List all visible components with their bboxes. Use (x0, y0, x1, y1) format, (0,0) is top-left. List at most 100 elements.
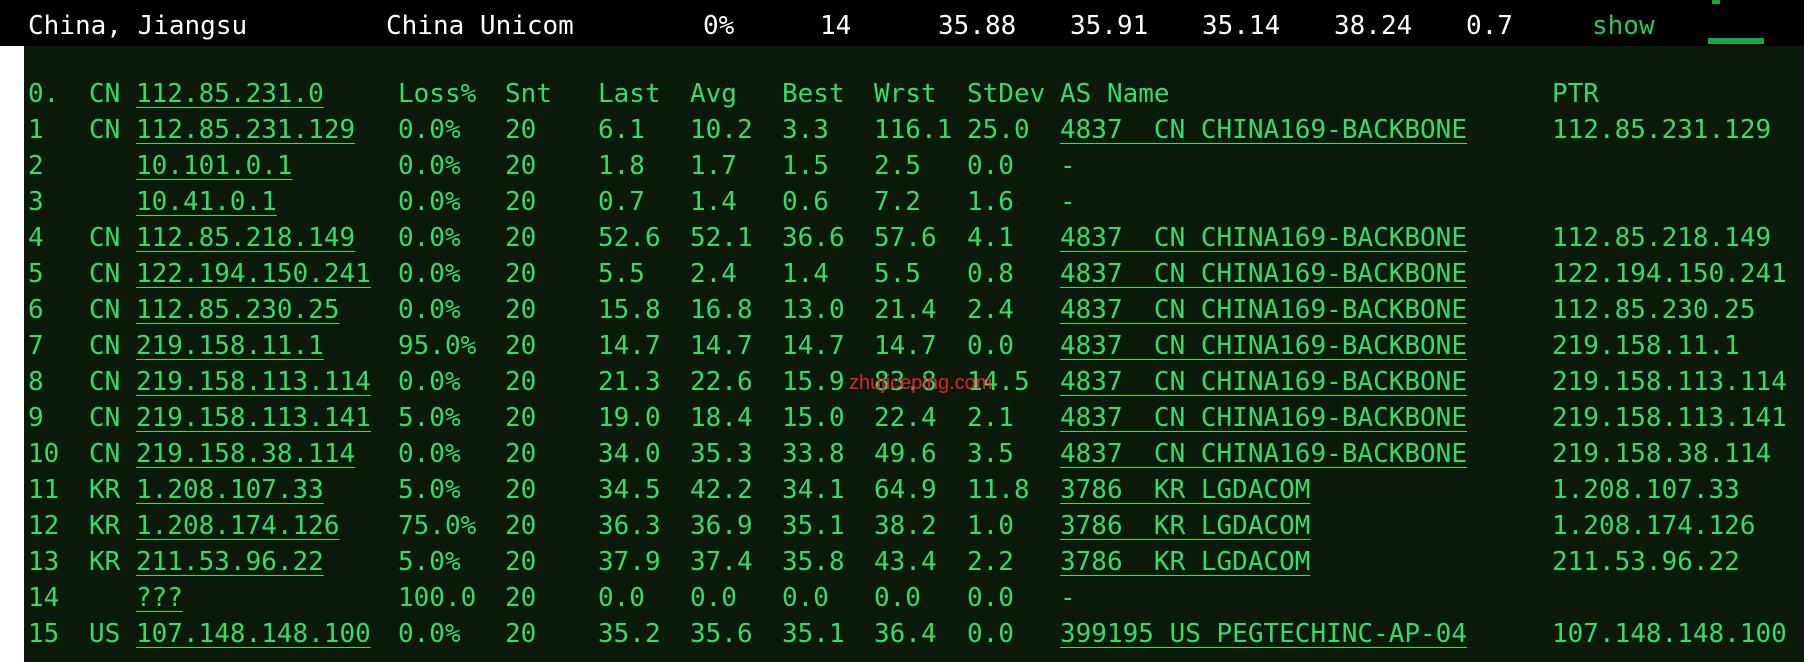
col-stdev: StDev (967, 79, 1046, 109)
cell-wrst: 14.7 (874, 331, 937, 361)
cell-asname[interactable]: 4837 CN CHINA169-BACKBONE (1060, 364, 1467, 400)
cell-last: 0.0 (598, 583, 645, 613)
cell-avg: 14.7 (690, 331, 753, 361)
cell-asname[interactable]: 4837 CN CHINA169-BACKBONE (1060, 220, 1467, 256)
cell-avg: 35.6 (690, 619, 753, 649)
table-row: 6 CN 112.85.230.25 0.0% 20 15.8 16.8 13.0 21.4 2.… (24, 292, 1804, 328)
indicator-tick (1712, 0, 1720, 4)
cell-cc: CN (89, 367, 121, 397)
cell-snt: 20 (505, 115, 537, 145)
cell-snt: 20 (505, 583, 537, 613)
cell-asname[interactable]: 4837 CN CHINA169-BACKBONE (1060, 112, 1467, 148)
stdev-value: 0.7 (1466, 11, 1513, 41)
cell-hop: 8 (28, 367, 44, 397)
cell-asname[interactable]: 3786 KR LGDACOM (1060, 544, 1310, 580)
cell-asname[interactable]: 3786 KR LGDACOM (1060, 508, 1310, 544)
cell-ptr: 112.85.218.149 (1552, 223, 1772, 253)
cell-snt: 20 (505, 475, 537, 505)
cell-wrst: 116.1 (874, 115, 953, 145)
cell-host[interactable]: 1.208.107.33 (136, 472, 324, 508)
cell-avg: 18.4 (690, 403, 753, 433)
cell-best: 3.3 (782, 115, 829, 145)
cell-host[interactable]: 211.53.96.22 (136, 544, 324, 580)
cell-asname[interactable]: 4837 CN CHINA169-BACKBONE (1060, 292, 1467, 328)
best-value: 35.14 (1202, 11, 1281, 41)
cell-host[interactable]: 10.41.0.1 (136, 184, 277, 220)
cell-wrst: 64.9 (874, 475, 937, 505)
cell-host[interactable]: 219.158.113.141 (136, 400, 371, 436)
cell-loss: 75.0% (398, 511, 477, 541)
cell-avg: 1.7 (690, 151, 737, 181)
cell-asname: - (1060, 583, 1076, 613)
cell-last: 0.7 (598, 187, 645, 217)
cell-stdev: 0.0 (967, 619, 1014, 649)
cell-asname[interactable]: 4837 CN CHINA169-BACKBONE (1060, 256, 1467, 292)
cell-stdev: 2.2 (967, 547, 1014, 577)
table-row: 2 10.101.0.1 0.0% 20 1.8 1.7 1.5 2.5 0.0 - (24, 148, 1804, 184)
cell-ptr: 1.208.174.126 (1552, 511, 1756, 541)
table-row: 4 CN 112.85.218.149 0.0% 20 52.6 52.1 36.6 57.6 4… (24, 220, 1804, 256)
cell-stdev: 3.5 (967, 439, 1014, 469)
watermark: zhujiceping.com (849, 372, 993, 394)
cell-host[interactable]: ??? (136, 580, 183, 616)
cell-avg: 42.2 (690, 475, 753, 505)
cell-host[interactable]: 112.85.230.25 (136, 292, 340, 328)
cell-cc: CN (89, 223, 121, 253)
cell-best: 34.1 (782, 475, 845, 505)
cell-host[interactable]: 112.85.231.129 (136, 112, 355, 148)
cell-asname[interactable]: 399195 US PEGTECHINC-AP-04 (1060, 616, 1467, 652)
cell-cc: CN (89, 295, 121, 325)
cell-stdev: 4.1 (967, 223, 1014, 253)
cell-cc: CN (89, 115, 121, 145)
cell-snt: 20 (505, 331, 537, 361)
cell-host[interactable]: 219.158.113.114 (136, 364, 371, 400)
cell-host[interactable]: 219.158.38.114 (136, 436, 355, 472)
cell-snt: 20 (505, 151, 537, 181)
cell-asname[interactable]: 4837 CN CHINA169-BACKBONE (1060, 328, 1467, 364)
cell-avg: 22.6 (690, 367, 753, 397)
worst-value: 38.24 (1334, 11, 1413, 41)
cell-host[interactable]: 107.148.148.100 (136, 616, 371, 652)
cell-loss: 0.0% (398, 187, 461, 217)
cell-hop: 10 (28, 439, 60, 469)
cell-stdev: 0.8 (967, 259, 1014, 289)
sent-value: 14 (820, 11, 852, 41)
cell-cc: KR (89, 511, 121, 541)
table-row: 3 10.41.0.1 0.0% 20 0.7 1.4 0.6 7.2 1.6 - (24, 184, 1804, 220)
cell-best: 13.0 (782, 295, 845, 325)
cell-host[interactable]: 219.158.11.1 (136, 328, 324, 364)
cell-loss: 0.0% (398, 259, 461, 289)
cell-wrst: 21.4 (874, 295, 937, 325)
cell-hop: 11 (28, 475, 60, 505)
table-row: 7 CN 219.158.11.1 95.0% 20 14.7 14.7 14.7 14.7 0.… (24, 328, 1804, 364)
cell-host[interactable]: 112.85.218.149 (136, 220, 355, 256)
cell-last: 21.3 (598, 367, 661, 397)
cell-avg: 2.4 (690, 259, 737, 289)
cell-loss: 0.0% (398, 223, 461, 253)
cell-last: 6.1 (598, 115, 645, 145)
cell-wrst: 5.5 (874, 259, 921, 289)
table-row: 12 KR 1.208.174.126 75.0% 20 36.3 36.9 35.1 38.2… (24, 508, 1804, 544)
cell-stdev: 0.0 (967, 583, 1014, 613)
cell-hop: 12 (28, 511, 60, 541)
cell-wrst: 43.4 (874, 547, 937, 577)
cell-cc: CN (89, 259, 121, 289)
cell-asname[interactable]: 4837 CN CHINA169-BACKBONE (1060, 436, 1467, 472)
cell-wrst: 0.0 (874, 583, 921, 613)
table-row: 11 KR 1.208.107.33 5.0% 20 34.5 42.2 34.1 64.9 11… (24, 472, 1804, 508)
cell-asname[interactable]: 3786 KR LGDACOM (1060, 472, 1310, 508)
col-ptr: PTR (1552, 79, 1599, 109)
cell-last: 5.5 (598, 259, 645, 289)
cell-avg: 37.4 (690, 547, 753, 577)
show-link[interactable]: show (1592, 0, 1655, 52)
table-row: 15 US 107.148.148.100 0.0% 20 35.2 35.6 35.1 36.… (24, 616, 1804, 652)
cell-asname[interactable]: 4837 CN CHINA169-BACKBONE (1060, 400, 1467, 436)
cell-last: 34.0 (598, 439, 661, 469)
col-host[interactable]: 112.85.231.0 (136, 76, 324, 112)
cell-host[interactable]: 1.208.174.126 (136, 508, 340, 544)
cell-ptr: 219.158.113.114 (1552, 367, 1787, 397)
cell-loss: 5.0% (398, 403, 461, 433)
cell-host[interactable]: 10.101.0.1 (136, 148, 293, 184)
cell-best: 35.1 (782, 619, 845, 649)
cell-host[interactable]: 122.194.150.241 (136, 256, 371, 292)
